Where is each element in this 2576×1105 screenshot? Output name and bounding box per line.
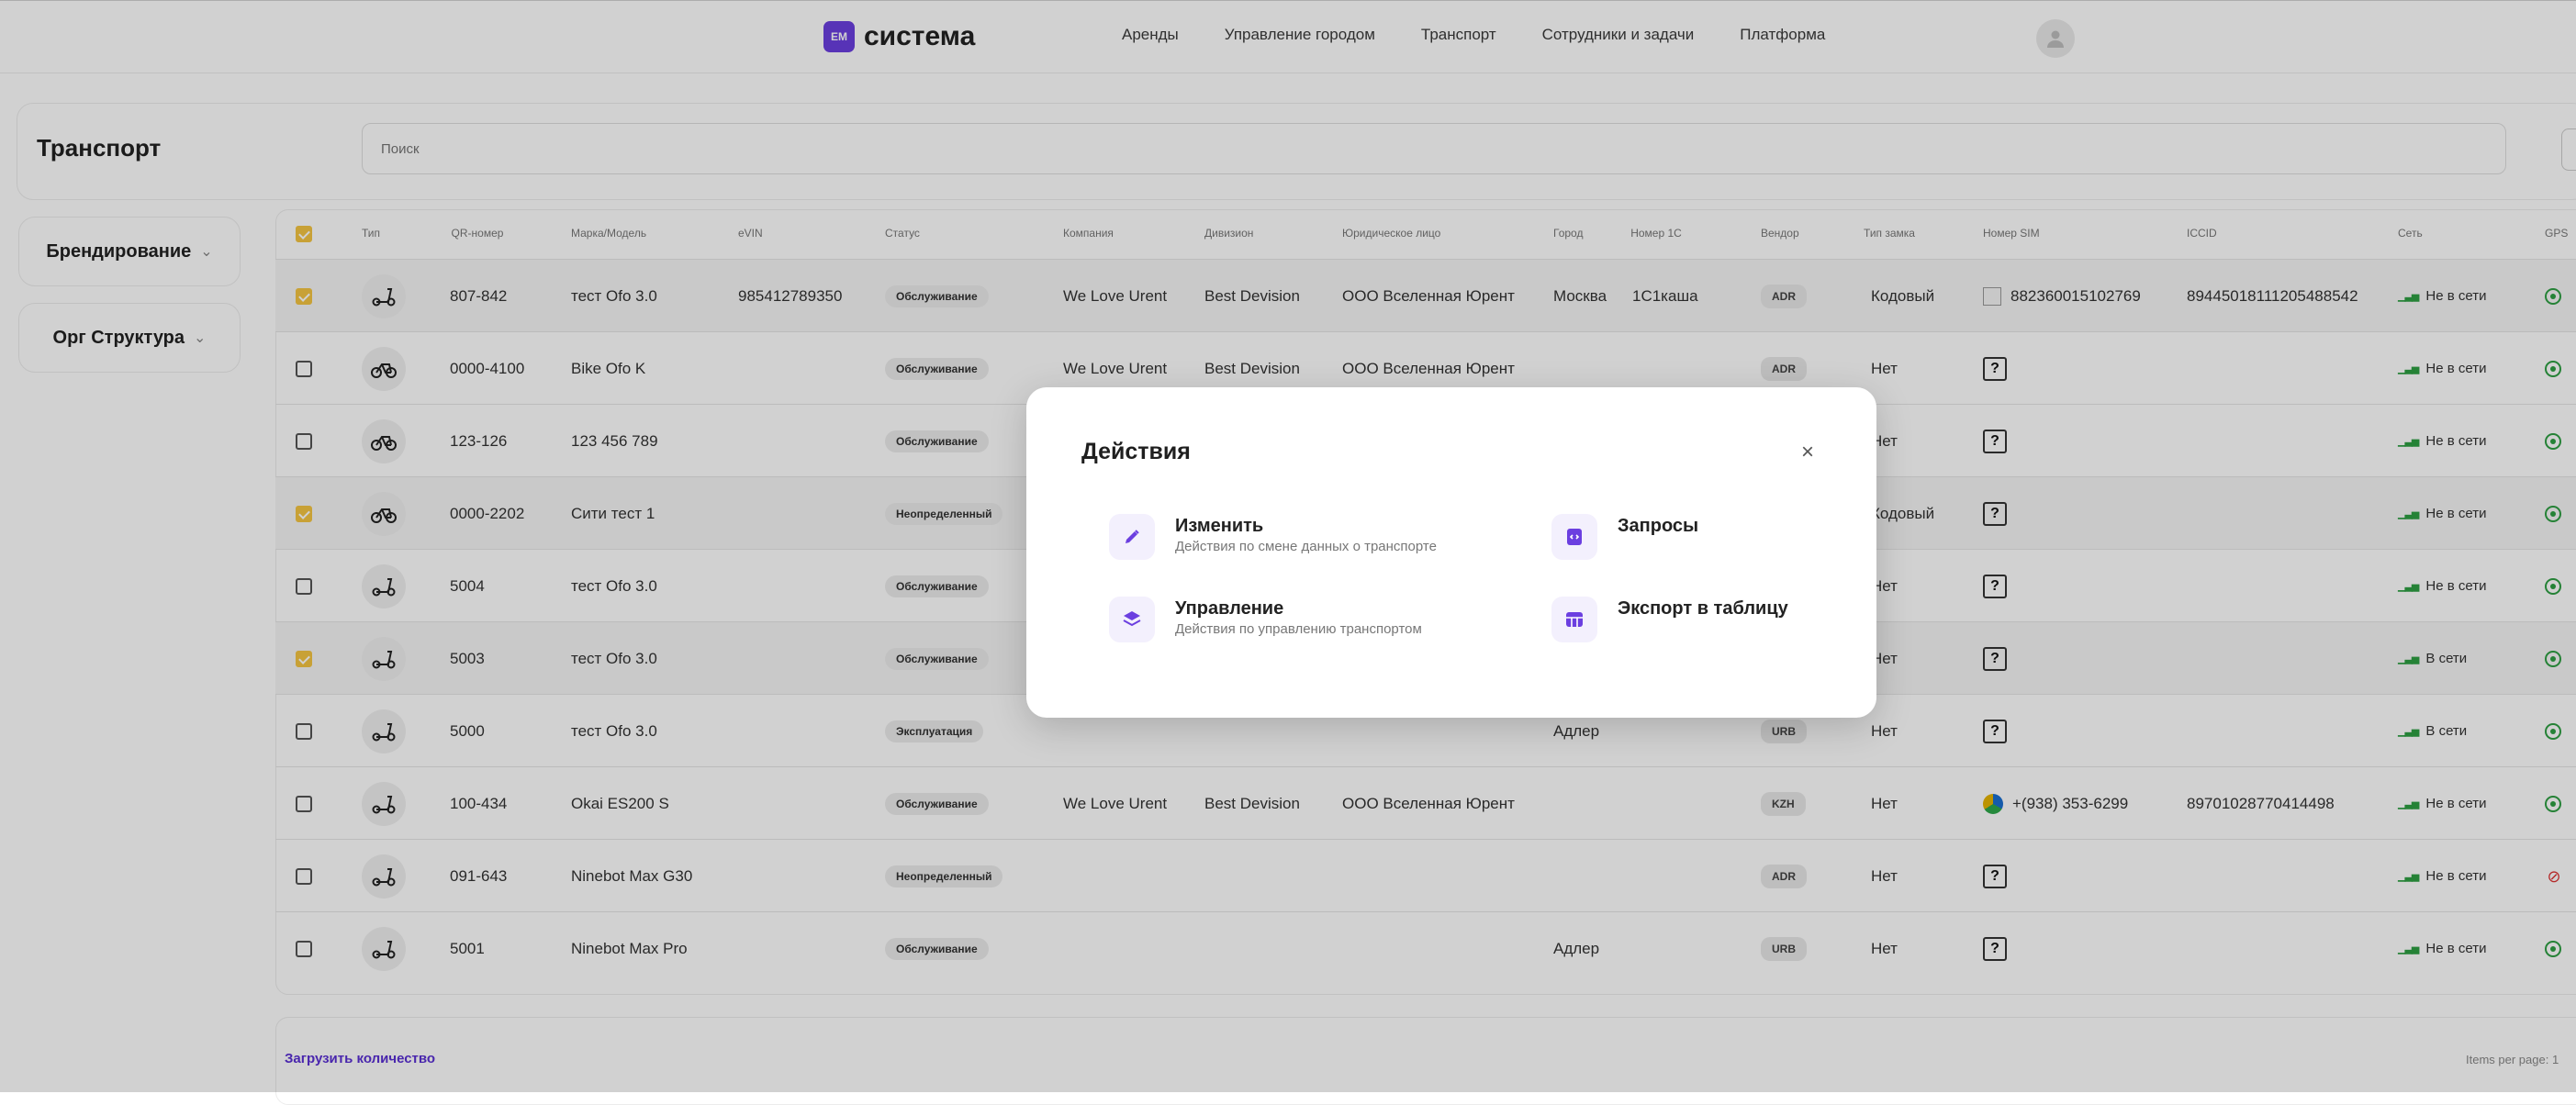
action-title: Изменить xyxy=(1175,516,1264,536)
action-edit[interactable]: Изменить Действия по смене данных о тран… xyxy=(1109,514,1437,560)
actions-modal: Действия × Изменить Действия по смене да… xyxy=(1026,387,1876,718)
layers-icon xyxy=(1109,597,1155,642)
action-requests[interactable]: Запросы xyxy=(1551,514,1698,560)
close-icon[interactable]: × xyxy=(1794,439,1821,466)
action-title: Управление xyxy=(1175,598,1284,619)
modal-title: Действия xyxy=(1081,439,1191,464)
action-description: Действия по управлению транспортом xyxy=(1175,621,1422,637)
action-export-table[interactable]: Экспорт в таблицу xyxy=(1551,597,1788,642)
code-file-icon xyxy=(1551,514,1597,560)
pencil-icon xyxy=(1109,514,1155,560)
action-description: Действия по смене данных о транспорте xyxy=(1175,539,1437,554)
action-title: Запросы xyxy=(1618,516,1699,536)
action-management[interactable]: Управление Действия по управлению трансп… xyxy=(1109,597,1422,642)
action-title: Экспорт в таблицу xyxy=(1618,598,1788,619)
table-icon xyxy=(1551,597,1597,642)
